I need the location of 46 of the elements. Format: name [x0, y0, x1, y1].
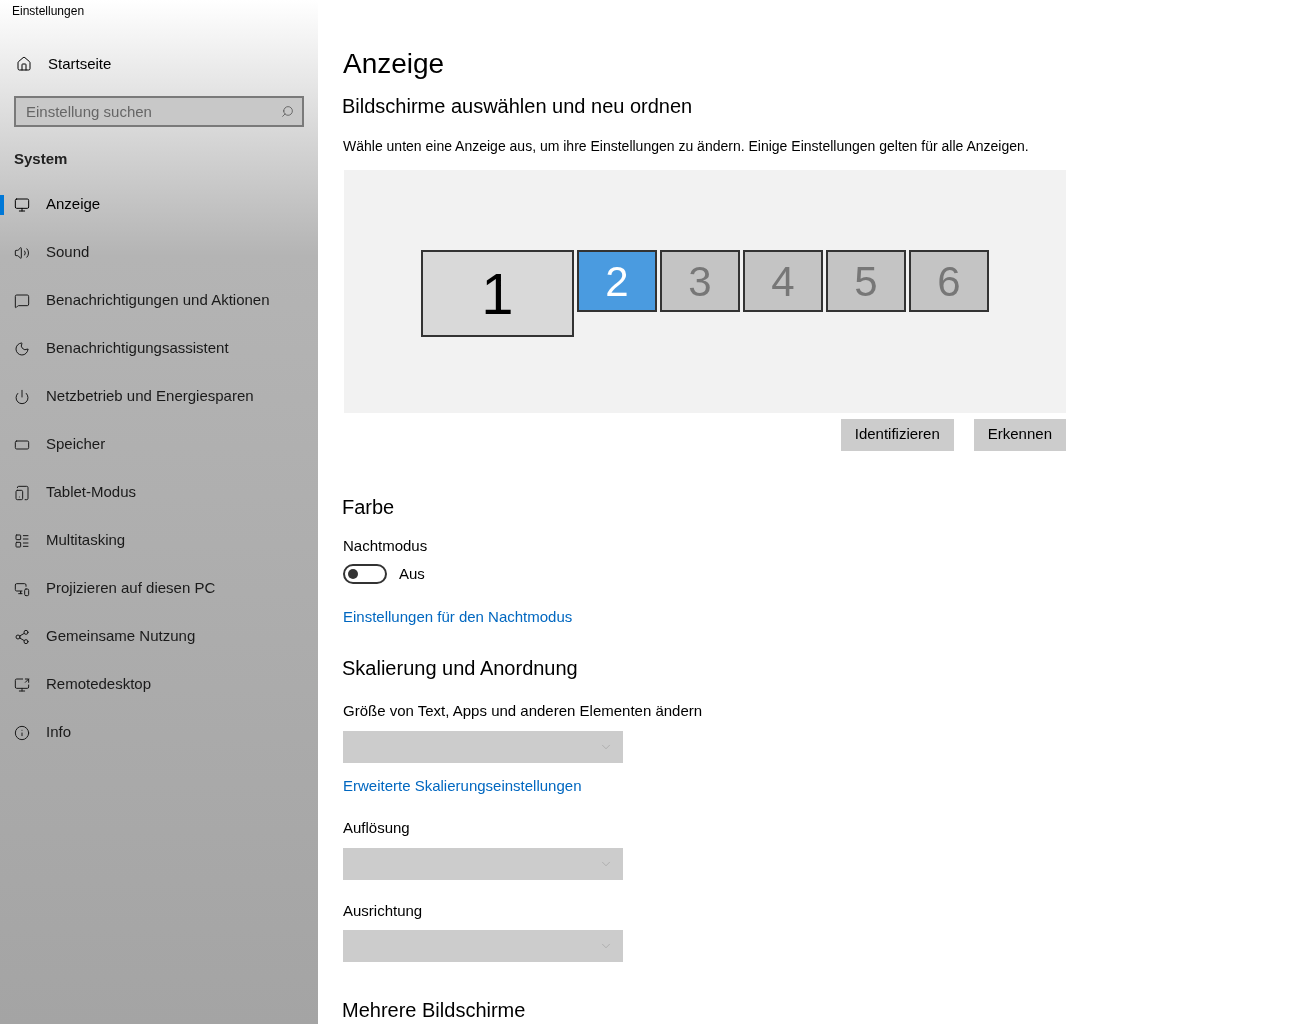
home-icon [16, 56, 32, 72]
page-title: Anzeige [343, 47, 446, 81]
toggle-switch[interactable] [343, 564, 387, 585]
item-icon [14, 484, 30, 501]
sidebar-item[interactable]: Gemeinsame Nutzung [0, 612, 318, 661]
section-heading: Skalierung und Anordnung [342, 656, 579, 681]
section-heading: System [13, 149, 69, 169]
item-icon [14, 628, 30, 645]
sidebar-item[interactable]: Netzbetrieb und Energiesparen [0, 372, 318, 421]
item-icon [14, 532, 30, 549]
sidebar-item[interactable]: Benachrichtigungen und Aktionen [0, 276, 318, 325]
action-button[interactable]: Identifizieren [840, 418, 954, 451]
field-label: Nachtmodus [343, 535, 429, 556]
sidebar-item[interactable]: Sound [0, 228, 318, 277]
search-icon [281, 105, 294, 118]
description-text: Wähle unten eine Anzeige aus, um ihre Einstellungen zu ändern. Einige Einstellungen gelten für alle Anzeigen. [343, 137, 1030, 156]
item-icon [14, 724, 30, 741]
field-label: Ausrichtung [343, 900, 424, 921]
item-icon [14, 292, 30, 309]
window-title: Einstellungen [11, 3, 86, 20]
home-link[interactable]: Startseite [0, 44, 318, 84]
sidebar-item[interactable]: Info [0, 708, 318, 757]
item-icon [14, 244, 30, 261]
night-mode-settings-link[interactable]: Einstellungen für den Nachtmodus [343, 605, 573, 628]
action-button[interactable]: Erkennen [973, 418, 1066, 451]
item-icon [14, 676, 30, 693]
sidebar-item[interactable]: Multitasking [0, 516, 318, 565]
sidebar-item[interactable]: Remotedesktop [0, 660, 318, 709]
section-heading: Bildschirme auswählen und neu ordnen [342, 94, 694, 119]
sidebar-item[interactable]: Tablet-Modus [0, 468, 318, 517]
section-heading: Farbe [342, 494, 396, 520]
sidebar-item[interactable]: Projizieren auf diesen PC [0, 564, 318, 613]
section-heading: Mehrere Bildschirme [342, 998, 527, 1023]
scaling-link[interactable]: Erweiterte Skalierungseinstellungen [343, 774, 582, 797]
item-icon [14, 196, 30, 213]
toggle-state-text: Aus [399, 564, 425, 584]
sidebar-item[interactable]: Benachrichtigungsassistent [0, 324, 318, 373]
sidebar-item[interactable]: Anzeige [0, 180, 318, 229]
item-icon [14, 340, 30, 357]
sidebar-item[interactable]: Speicher [0, 420, 318, 469]
item-icon [14, 580, 30, 597]
monitor-tile[interactable]: 1 [421, 250, 574, 337]
search-field[interactable]: Einstellung suchen [14, 96, 304, 127]
field-label: Auflösung [343, 818, 411, 838]
item-icon [14, 388, 30, 405]
field-label: Größe von Text, Apps und anderen Elementen ändern [343, 701, 704, 721]
